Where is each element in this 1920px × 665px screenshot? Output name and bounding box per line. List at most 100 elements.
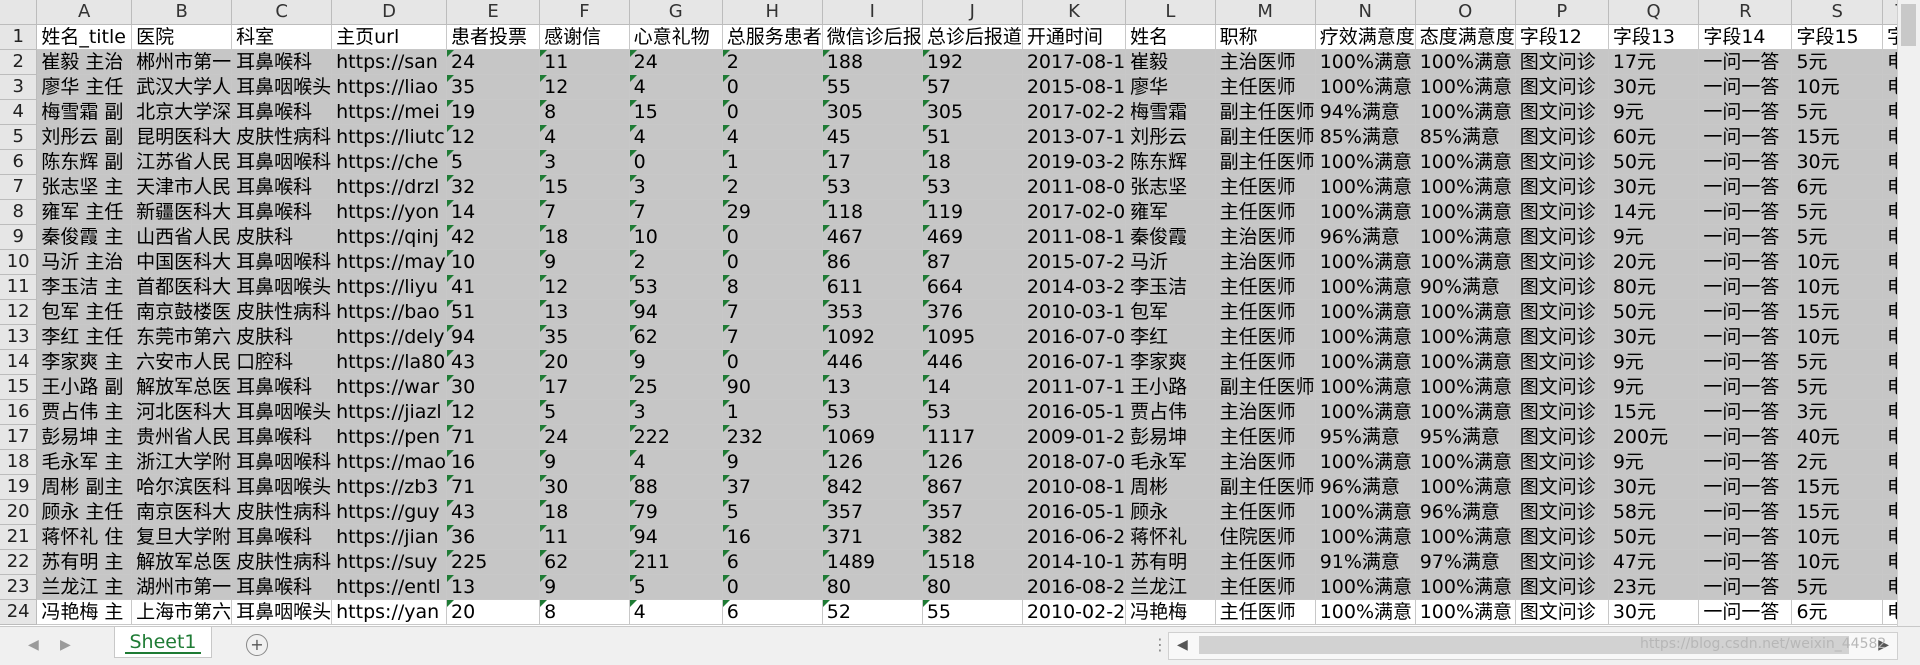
cell[interactable]: 字段12	[1515, 24, 1609, 50]
cell[interactable]: 100%满意	[1415, 249, 1516, 275]
cell[interactable]: 一问一答	[1698, 224, 1793, 250]
row-header[interactable]: 13	[0, 324, 38, 350]
cell[interactable]: 一问一答	[1698, 374, 1793, 400]
cell[interactable]: 96%满意	[1315, 224, 1416, 250]
cell[interactable]: 一问一答	[1698, 299, 1793, 325]
cell[interactable]: 2015-07-2	[1022, 249, 1127, 275]
cell[interactable]: 彭易坤 主	[36, 424, 133, 450]
cell[interactable]: 5	[722, 499, 823, 525]
cell[interactable]: 一问一答	[1698, 524, 1793, 550]
cell[interactable]: 2014-10-1	[1022, 549, 1127, 575]
row-header[interactable]: 6	[0, 149, 38, 175]
cell[interactable]: 包军	[1125, 299, 1216, 325]
cell[interactable]: https://guy	[331, 499, 448, 525]
cell[interactable]: 10元	[1791, 324, 1883, 350]
cell[interactable]: 耳鼻咽喉头	[231, 474, 333, 500]
cell[interactable]: 1	[722, 149, 823, 175]
column-header[interactable]: A	[36, 0, 133, 25]
cell[interactable]: 9元	[1608, 349, 1700, 375]
cell[interactable]: 100%满意	[1415, 199, 1516, 225]
cell[interactable]: 10元	[1791, 274, 1883, 300]
cell[interactable]: 4	[722, 124, 823, 150]
cell[interactable]: 北京大学深	[131, 99, 233, 125]
cell[interactable]: 100%满意	[1415, 524, 1516, 550]
row-header[interactable]: 23	[0, 574, 38, 600]
column-header[interactable]: K	[1022, 0, 1127, 25]
column-header[interactable]: R	[1698, 0, 1793, 25]
row-header[interactable]: 21	[0, 524, 38, 550]
column-header[interactable]: N	[1315, 0, 1416, 25]
cell[interactable]: https://drzl	[331, 174, 448, 200]
cell[interactable]: https://che	[331, 149, 448, 175]
cell[interactable]: 图文问诊	[1515, 149, 1609, 175]
cell[interactable]: 兰龙江 主	[36, 574, 133, 600]
cell[interactable]: 图文问诊	[1515, 299, 1609, 325]
cell[interactable]: 图文问诊	[1515, 474, 1609, 500]
cell[interactable]: 2010-08-1	[1022, 474, 1127, 500]
cell[interactable]: 3	[539, 149, 630, 175]
row-header[interactable]: 15	[0, 374, 38, 400]
cell[interactable]: 3	[629, 399, 723, 425]
row-header[interactable]: 5	[0, 124, 38, 150]
cell[interactable]: 图文问诊	[1515, 174, 1609, 200]
cell[interactable]: https://liyu	[331, 274, 448, 300]
cell[interactable]: 雍军 主任	[36, 199, 133, 225]
cell[interactable]: 30元	[1608, 599, 1700, 625]
cell[interactable]: 30	[539, 474, 630, 500]
cell[interactable]: 97%满意	[1415, 549, 1516, 575]
cell[interactable]: 一问一答	[1698, 399, 1793, 425]
cell[interactable]: 12	[539, 274, 630, 300]
cell[interactable]: 一问一答	[1698, 324, 1793, 350]
cell[interactable]: 382	[922, 524, 1023, 550]
cell[interactable]: 100%满意	[1415, 174, 1516, 200]
cell[interactable]: 30	[446, 374, 541, 400]
row-header[interactable]: 24	[0, 599, 38, 625]
cell[interactable]: 53	[922, 399, 1023, 425]
cell[interactable]: 1092	[822, 324, 923, 350]
cell[interactable]: 首都医科大	[131, 274, 233, 300]
cell[interactable]: 5元	[1791, 374, 1883, 400]
cell[interactable]: 15元	[1608, 399, 1700, 425]
cell[interactable]: 9元	[1608, 99, 1700, 125]
cell[interactable]: 图文问诊	[1515, 124, 1609, 150]
cell[interactable]: 郴州市第一	[131, 49, 233, 75]
cell[interactable]: 55	[822, 74, 923, 100]
cell[interactable]: 7	[629, 199, 723, 225]
cell[interactable]: 100%满意	[1315, 349, 1416, 375]
column-header[interactable]: H	[722, 0, 823, 25]
row-header[interactable]: 12	[0, 299, 38, 325]
cell[interactable]: 7	[722, 324, 823, 350]
column-header[interactable]: C	[231, 0, 333, 25]
cell[interactable]: 10	[629, 224, 723, 250]
cell[interactable]: 李红 主任	[36, 324, 133, 350]
cell[interactable]: 蒋怀礼 住	[36, 524, 133, 550]
cell[interactable]: 9	[629, 349, 723, 375]
cell[interactable]: 2018-07-0	[1022, 449, 1127, 475]
cell[interactable]: 2016-05-1	[1022, 399, 1127, 425]
cell[interactable]: 100%满意	[1315, 299, 1416, 325]
prev-sheet-icon[interactable]: ◀	[28, 637, 39, 653]
cell[interactable]: 32	[446, 174, 541, 200]
cell[interactable]: 图文问诊	[1515, 249, 1609, 275]
cell[interactable]: 12	[539, 74, 630, 100]
cell[interactable]: https://jian	[331, 524, 448, 550]
cell[interactable]: 100%满意	[1415, 99, 1516, 125]
cell[interactable]: 副主任医师	[1215, 124, 1316, 150]
cell[interactable]: 842	[822, 474, 923, 500]
cell[interactable]: 贾占伟	[1125, 399, 1216, 425]
cell[interactable]: 2016-08-2	[1022, 574, 1127, 600]
cell[interactable]: 23元	[1608, 574, 1700, 600]
cell[interactable]: 顾永	[1125, 499, 1216, 525]
cell[interactable]: 90	[722, 374, 823, 400]
vertical-scrollbar[interactable]	[1897, 0, 1920, 626]
cell[interactable]: 中国医科大	[131, 249, 233, 275]
cell[interactable]: 0	[722, 249, 823, 275]
cell[interactable]: 耳鼻咽喉头	[231, 399, 333, 425]
cell[interactable]: 85%满意	[1315, 124, 1416, 150]
cell[interactable]: 图文问诊	[1515, 599, 1609, 625]
cell[interactable]: 41	[446, 274, 541, 300]
cell[interactable]: 17	[822, 149, 923, 175]
cell[interactable]: 2	[722, 174, 823, 200]
cell[interactable]: 100%满意	[1315, 199, 1416, 225]
cell[interactable]: 图文问诊	[1515, 74, 1609, 100]
